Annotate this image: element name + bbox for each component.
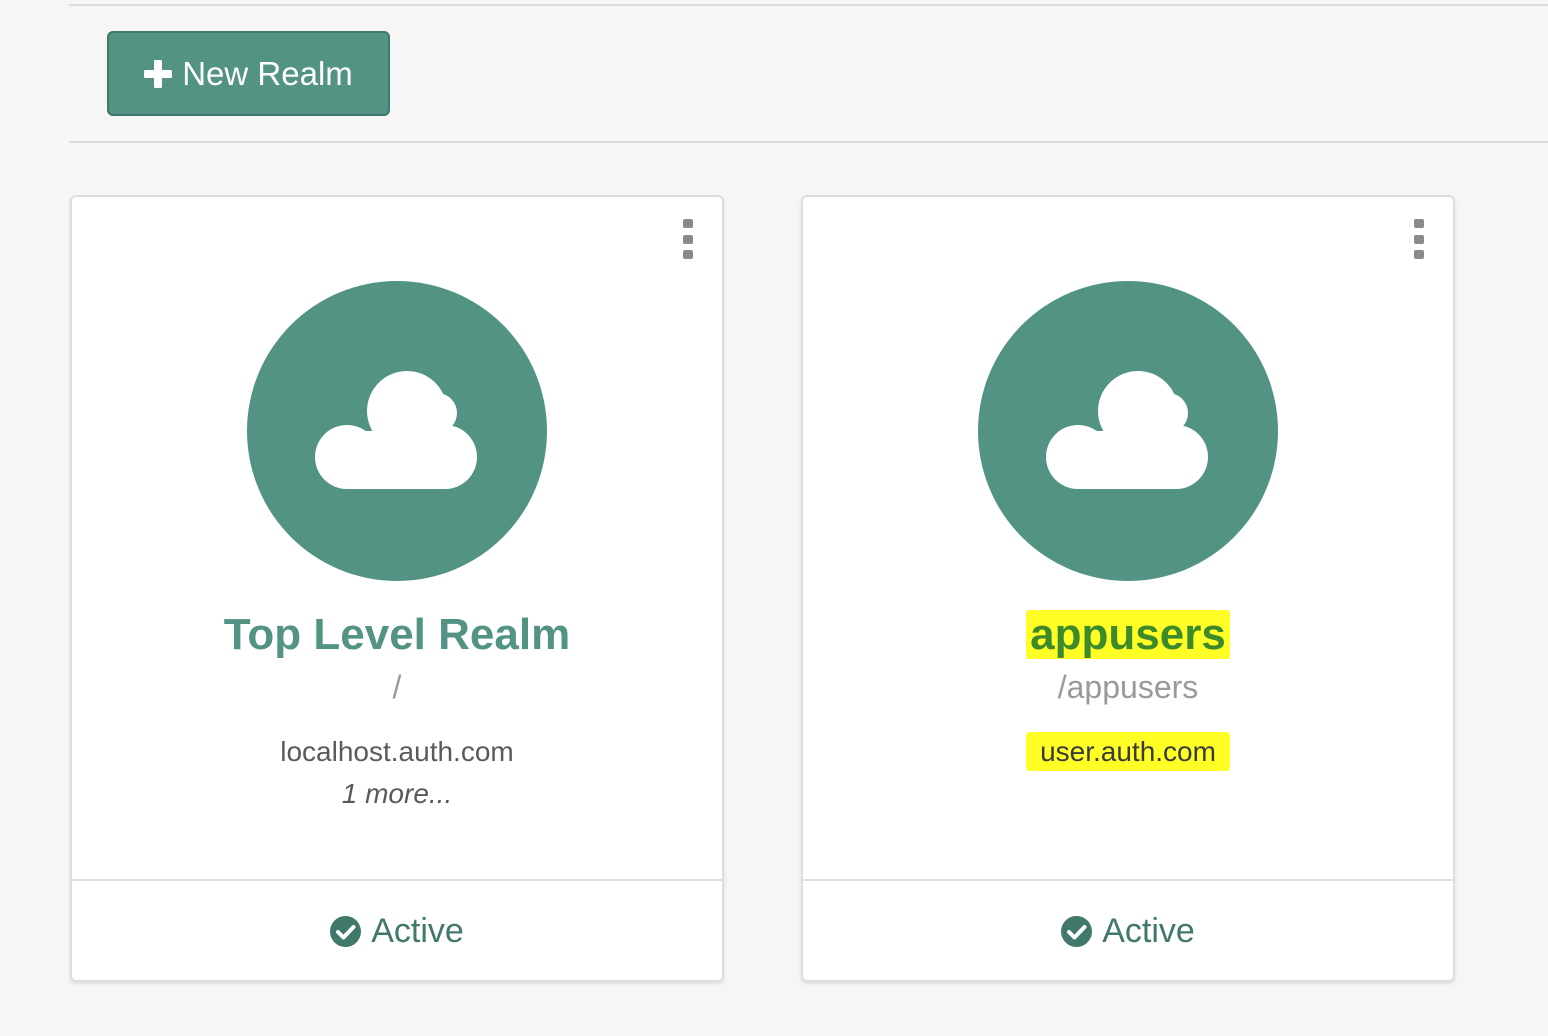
realm-status: Active (803, 881, 1453, 982)
realm-domain: localhost.auth.com (280, 736, 514, 767)
kebab-menu-icon[interactable] (1412, 219, 1426, 259)
realm-avatar (978, 281, 1278, 581)
realm-card-appusers: appusers /appusers user.auth.com Active (801, 195, 1455, 982)
plus-icon (144, 59, 173, 88)
realm-name[interactable]: appusers (803, 607, 1453, 663)
realm-more-domains-link[interactable]: 1 more... (72, 776, 722, 812)
new-realm-label: New Realm (182, 54, 353, 92)
status-label: Active (371, 912, 464, 950)
kebab-menu-icon[interactable] (681, 219, 695, 259)
status-label: Active (1102, 912, 1195, 950)
top-divider (69, 4, 1548, 6)
realm-domain: user.auth.com (803, 732, 1453, 771)
realm-path: / (392, 669, 402, 705)
new-realm-button[interactable]: New Realm (107, 31, 390, 116)
realm-card-top-level: Top Level Realm / localhost.auth.com 1 m… (70, 195, 724, 982)
check-circle-icon (1061, 916, 1093, 947)
realm-name[interactable]: Top Level Realm (72, 607, 722, 663)
realm-avatar (247, 281, 547, 581)
cloud-icon (1046, 371, 1208, 489)
toolbar-divider (69, 141, 1548, 143)
check-circle-icon (330, 916, 362, 947)
realm-path: /appusers (1057, 669, 1199, 705)
cloud-icon (315, 371, 477, 489)
realm-status: Active (72, 881, 722, 982)
